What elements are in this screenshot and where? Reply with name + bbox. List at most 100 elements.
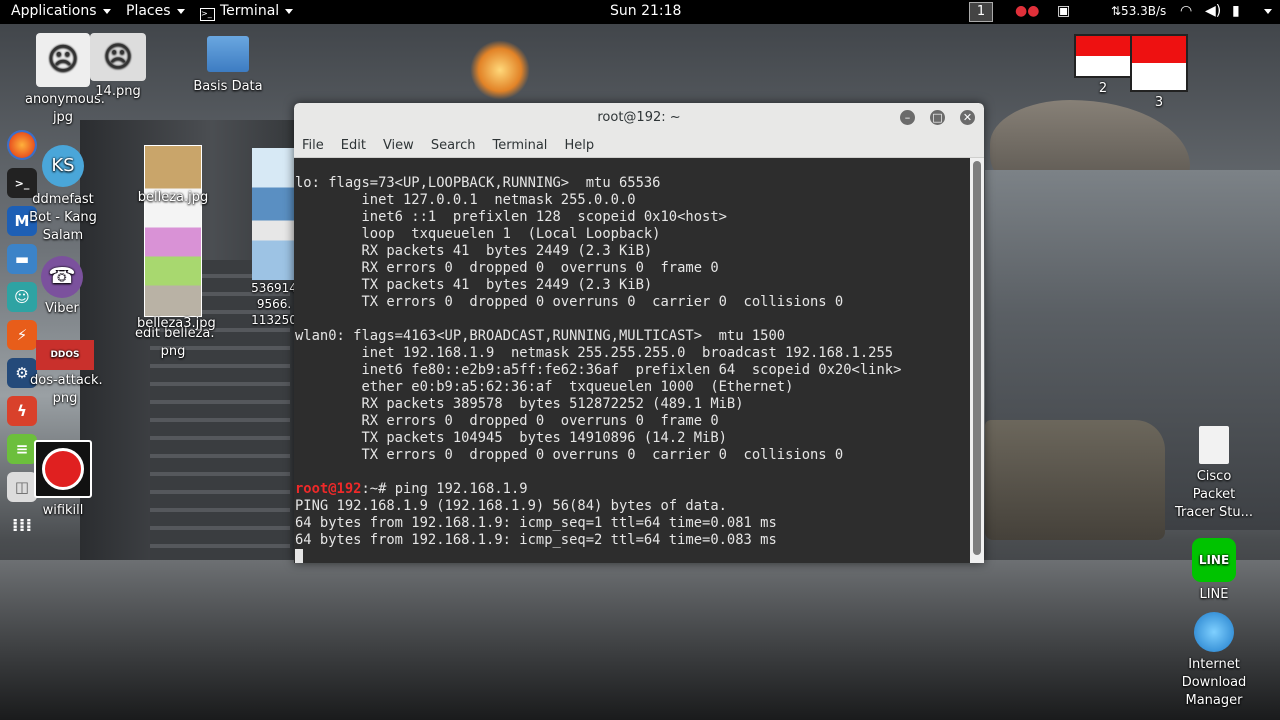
file-label: Cisco Packet Tracer Stu... <box>1175 469 1253 520</box>
desktop-file-belleza[interactable]: belleza.jpg belleza3.jpg edit belleza. p… <box>135 145 216 361</box>
text-cursor <box>295 549 303 563</box>
minimize-button[interactable]: – <box>900 110 915 125</box>
menu-view[interactable]: View <box>375 133 423 153</box>
file-label: Internet Download Manager <box>1181 657 1247 708</box>
file-label: ddmefast Bot - Kang Salam <box>29 192 97 243</box>
terminal-line: lo: flags=73<UP,LOOPBACK,RUNNING> mtu 65… <box>295 175 661 191</box>
terminal-line: RX errors 0 dropped 0 overruns 0 frame 0 <box>295 260 719 276</box>
terminal-menubar: File Edit View Search Terminal Help <box>294 133 984 158</box>
prompt-line: root@192:~# ping 192.168.1.9 <box>295 481 970 498</box>
chevron-down-icon <box>102 8 111 14</box>
settings-icon[interactable]: ◫ <box>7 472 37 502</box>
terminal-app-menu[interactable]: >_ Terminal <box>200 3 294 21</box>
chevron-down-icon <box>176 8 185 14</box>
terminal-line: RX errors 0 dropped 0 overruns 0 frame 0 <box>295 413 719 429</box>
terminal-line: TX errors 0 dropped 0 overruns 0 carrier… <box>295 447 844 463</box>
desktop-file-14png[interactable]: ☹ 14.png <box>88 33 148 101</box>
dos-attack-thumbnail: DDOS <box>36 340 94 370</box>
download-manager-icon <box>1194 612 1234 652</box>
cursor-line <box>295 549 970 563</box>
notes-icon[interactable]: ≡ <box>7 434 37 464</box>
anonymous-thumbnail: ☹ <box>36 33 90 87</box>
file-label: 3 <box>1154 95 1164 110</box>
screen-recorder-icon[interactable]: ●● <box>1015 3 1039 19</box>
close-button[interactable]: ✕ <box>960 110 975 125</box>
clock[interactable]: Sun 21:18 <box>610 3 681 19</box>
terminal-label: Terminal <box>220 3 280 19</box>
terminal-line: 64 bytes from 192.168.1.9: icmp_seq=2 tt… <box>295 532 777 548</box>
network-speed: ⇅53.3B/s <box>1111 4 1167 18</box>
prompt-user: root@192 <box>295 481 362 497</box>
document-icon <box>1199 426 1229 464</box>
window-titlebar[interactable]: root@192: ~ – □ ✕ <box>294 103 984 133</box>
terminal-line: TX errors 0 dropped 0 overruns 0 carrier… <box>295 294 844 310</box>
chevron-down-icon <box>1264 8 1272 14</box>
folder-icon <box>207 36 249 72</box>
terminal-line: 64 bytes from 192.168.1.9: icmp_seq=1 tt… <box>295 515 777 531</box>
desktop-app-wifikill[interactable]: wifikill <box>34 440 92 520</box>
desktop-file-flag-3[interactable]: 3 <box>1130 34 1188 112</box>
desktop-app-line[interactable]: LINE LINE <box>1180 538 1248 604</box>
flag-thumbnail <box>1130 34 1188 92</box>
terminal-line: RX packets 389578 bytes 512872252 (489.1… <box>295 396 744 412</box>
window-title: root@192: ~ <box>597 110 681 125</box>
terminal-line: loop txqueuelen 1 (Local Loopback) <box>295 226 661 242</box>
line-app-icon: LINE <box>1192 538 1236 582</box>
file-label: 2 <box>1098 81 1108 96</box>
desktop-file-numbered[interactable]: 536914 9566. 113250 <box>250 148 298 328</box>
terminal-line: RX packets 41 bytes 2449 (2.3 KiB) <box>295 243 653 259</box>
desktop-folder-basis-data[interactable]: Basis Data <box>188 36 268 96</box>
workspace-indicator[interactable]: 1 <box>969 2 993 22</box>
belleza-thumbnail <box>144 145 202 317</box>
terminal-line: TX packets 104945 bytes 14910896 (14.2 M… <box>295 430 727 446</box>
top-panel: Applications Places >_ Terminal Sun 21:18… <box>0 0 1280 24</box>
scrollbar-thumb[interactable] <box>973 161 981 555</box>
applications-menu[interactable]: Applications <box>11 3 111 19</box>
chevron-down-icon <box>285 8 294 14</box>
desktop-app-viber[interactable]: ☎ Viber <box>30 256 94 318</box>
menu-help[interactable]: Help <box>556 133 603 153</box>
maximize-button[interactable]: □ <box>930 110 945 125</box>
wifi-icon[interactable]: ◠ <box>1180 3 1192 19</box>
menu-terminal[interactable]: Terminal <box>484 133 556 153</box>
terminal-line: PING 192.168.1.9 (192.168.1.9) 56(84) by… <box>295 498 727 514</box>
viber-icon: ☎ <box>41 256 83 298</box>
file-label: dos-attack. png <box>30 373 103 406</box>
wallpaper-road <box>0 560 1280 720</box>
file-label: Basis Data <box>193 79 263 94</box>
file-label: wifikill <box>42 503 84 518</box>
desktop-file-dos-attack[interactable]: DDOS dos-attack. png <box>30 340 103 408</box>
terminal-window[interactable]: root@192: ~ – □ ✕ File Edit View Search Term… <box>294 103 984 563</box>
app-grid-icon[interactable]: ⁞⁞⁞ <box>7 510 37 540</box>
prompt-path: :~# <box>361 481 395 497</box>
places-label: Places <box>126 3 171 19</box>
wallpaper-tank <box>985 420 1165 540</box>
menu-edit[interactable]: Edit <box>333 133 375 153</box>
terminal-scrollbar[interactable] <box>970 158 984 563</box>
volume-icon[interactable]: ◀) <box>1205 3 1221 19</box>
ddmefast-thumbnail: KS <box>42 145 84 187</box>
camera-icon[interactable]: ▣ <box>1057 3 1070 19</box>
people-thumbnail <box>252 148 296 280</box>
desktop-file-flag-2[interactable]: 2 <box>1074 34 1132 98</box>
desktop-file-cisco[interactable]: Cisco Packet Tracer Stu... <box>1170 426 1258 522</box>
desktop-app-idm[interactable]: Internet Download Manager <box>1170 612 1258 710</box>
workspace-number: 1 <box>969 2 993 22</box>
power-menu[interactable] <box>1258 3 1272 19</box>
terminal-line: inet 192.168.1.9 netmask 255.255.255.0 b… <box>295 345 894 361</box>
places-menu[interactable]: Places <box>126 3 185 19</box>
desktop-file-ddmefast[interactable]: KS ddmefast Bot - Kang Salam <box>24 145 102 245</box>
menu-search[interactable]: Search <box>423 133 485 153</box>
record-icon <box>34 440 92 498</box>
menu-file[interactable]: File <box>294 133 333 153</box>
command-text: ping 192.168.1.9 <box>394 481 528 497</box>
terminal-output[interactable]: lo: flags=73<UP,LOOPBACK,RUNNING> mtu 65… <box>294 158 970 563</box>
terminal-line: inet 127.0.0.1 netmask 255.0.0.0 <box>295 192 636 208</box>
file-label: LINE <box>1199 587 1229 602</box>
file-label: belleza.jpg <box>137 190 209 205</box>
terminal-line: ether e0:b9:a5:62:36:af txqueuelen 1000 … <box>295 379 794 395</box>
file-label: belleza3.jpg <box>137 316 216 331</box>
wallpaper-explosion <box>470 40 530 100</box>
battery-icon[interactable]: ▮ <box>1232 3 1240 19</box>
